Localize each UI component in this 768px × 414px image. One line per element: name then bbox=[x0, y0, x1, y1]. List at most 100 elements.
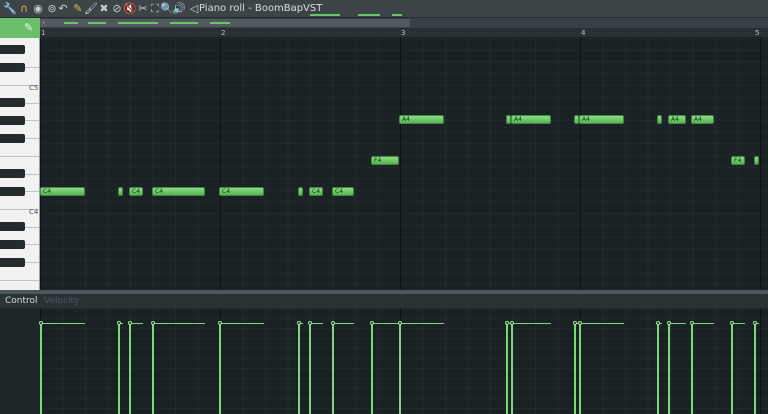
velocity-handle[interactable] bbox=[128, 321, 132, 325]
velocity-bar[interactable] bbox=[506, 322, 508, 414]
note[interactable]: C4 bbox=[129, 187, 143, 196]
velocity-handle[interactable] bbox=[505, 321, 509, 325]
control-separator-icon: › bbox=[35, 297, 39, 306]
control-label[interactable]: Control bbox=[5, 296, 38, 307]
velocity-bar[interactable] bbox=[40, 322, 42, 414]
playback-icon[interactable]: 🔊 bbox=[172, 2, 186, 16]
black-key[interactable] bbox=[0, 169, 25, 178]
velocity-handle[interactable] bbox=[730, 321, 734, 325]
note[interactable]: A4 bbox=[399, 115, 444, 124]
scroll-left-icon[interactable]: ‹ bbox=[42, 18, 45, 28]
wrench-icon[interactable]: 🔧 bbox=[3, 2, 17, 16]
black-key[interactable] bbox=[0, 98, 25, 107]
velocity-level-line bbox=[511, 323, 551, 324]
velocity-handle[interactable] bbox=[117, 321, 121, 325]
velocity-handle[interactable] bbox=[753, 321, 757, 325]
velocity-bar[interactable] bbox=[579, 322, 581, 414]
velocity-handle[interactable] bbox=[39, 321, 43, 325]
note[interactable]: A4 bbox=[511, 115, 551, 124]
black-key[interactable] bbox=[0, 240, 25, 249]
pattern-preview-strip bbox=[358, 14, 380, 16]
note[interactable]: C4 bbox=[40, 187, 85, 196]
velocity-handle[interactable] bbox=[573, 321, 577, 325]
velocity-handle[interactable] bbox=[667, 321, 671, 325]
overview-scrollbar[interactable] bbox=[40, 19, 410, 27]
window-title: Piano roll - BoomBapVST bbox=[199, 3, 323, 14]
slip-icon[interactable]: 🔇 bbox=[123, 2, 137, 16]
velocity-bar[interactable] bbox=[399, 322, 401, 414]
velocity-bar[interactable] bbox=[219, 322, 221, 414]
timeline-ruler[interactable]: 1 2 3 4 5 bbox=[40, 28, 768, 38]
velocity-bar[interactable] bbox=[574, 322, 576, 414]
note-grid[interactable]: C4 C4 C4 C4 C4 C4 F4 A4 A4 A4 A4 A4 F4 bbox=[40, 38, 768, 290]
velocity-bar[interactable] bbox=[332, 322, 334, 414]
velocity-handle[interactable] bbox=[331, 321, 335, 325]
black-key[interactable] bbox=[0, 187, 25, 196]
note[interactable]: A4 bbox=[579, 115, 624, 124]
black-key[interactable] bbox=[0, 63, 25, 72]
velocity-handle[interactable] bbox=[370, 321, 374, 325]
note[interactable]: C4 bbox=[152, 187, 205, 196]
ruler-bar-number: 5 bbox=[755, 29, 760, 37]
velocity-bar[interactable] bbox=[129, 322, 131, 414]
black-key[interactable] bbox=[0, 45, 25, 54]
velocity-level-line bbox=[691, 323, 714, 324]
black-key[interactable] bbox=[0, 116, 25, 125]
note[interactable]: C4 bbox=[219, 187, 264, 196]
draw-tool-corner[interactable]: ✎ bbox=[0, 18, 40, 38]
velocity-level-line bbox=[371, 323, 399, 324]
velocity-bar[interactable] bbox=[371, 322, 373, 414]
piano-keyboard[interactable]: C5 C4 bbox=[0, 38, 40, 290]
velocity-bar[interactable] bbox=[309, 322, 311, 414]
velocity-handle[interactable] bbox=[510, 321, 514, 325]
velocity-handle[interactable] bbox=[218, 321, 222, 325]
velocity-handle[interactable] bbox=[690, 321, 694, 325]
note[interactable]: C4 bbox=[309, 187, 323, 196]
black-key[interactable] bbox=[0, 134, 25, 143]
ruler-bar-number: 1 bbox=[41, 29, 46, 37]
velocity-bar[interactable] bbox=[657, 322, 659, 414]
white-key-divider bbox=[0, 280, 39, 281]
ruler-bar-number: 3 bbox=[401, 29, 406, 37]
velocity-bar[interactable] bbox=[668, 322, 670, 414]
note[interactable] bbox=[118, 187, 123, 196]
velocity-handle[interactable] bbox=[297, 321, 301, 325]
brush-icon[interactable]: 🖌 bbox=[84, 2, 98, 16]
overview-bar[interactable]: ‹ bbox=[0, 18, 768, 28]
black-key[interactable] bbox=[0, 258, 25, 267]
pencil-icon[interactable]: ✎ bbox=[71, 2, 85, 16]
note[interactable]: A4 bbox=[691, 115, 714, 124]
black-key[interactable] bbox=[0, 222, 25, 231]
velocity-bar[interactable] bbox=[152, 322, 154, 414]
note[interactable]: A4 bbox=[668, 115, 686, 124]
white-key-divider bbox=[0, 156, 39, 157]
velocity-level-line bbox=[219, 323, 264, 324]
velocity-bar[interactable] bbox=[731, 322, 733, 414]
note[interactable] bbox=[298, 187, 303, 196]
control-parameter[interactable]: Velocity bbox=[44, 296, 79, 307]
note[interactable]: C4 bbox=[332, 187, 354, 196]
velocity-bar[interactable] bbox=[691, 322, 693, 414]
mute-tool-icon[interactable]: ⊘ bbox=[110, 2, 124, 16]
magnet-icon[interactable]: ∩ bbox=[17, 2, 31, 16]
note[interactable]: F4 bbox=[371, 156, 399, 165]
velocity-handle[interactable] bbox=[656, 321, 660, 325]
velocity-handle[interactable] bbox=[308, 321, 312, 325]
velocity-handle[interactable] bbox=[151, 321, 155, 325]
velocity-handle[interactable] bbox=[578, 321, 582, 325]
note[interactable] bbox=[657, 115, 662, 124]
title-menu-arrow-icon[interactable]: › bbox=[290, 2, 294, 16]
undo-icon[interactable]: ↶ bbox=[56, 2, 70, 16]
velocity-level-line bbox=[399, 323, 444, 324]
velocity-bar[interactable] bbox=[118, 322, 120, 414]
velocity-lane[interactable] bbox=[39, 308, 768, 414]
velocity-bar[interactable] bbox=[511, 322, 513, 414]
record-icon[interactable]: ◉ bbox=[31, 2, 45, 16]
velocity-handle[interactable] bbox=[398, 321, 402, 325]
note[interactable] bbox=[754, 156, 759, 165]
delete-tool-icon[interactable]: ✖ bbox=[97, 2, 111, 16]
velocity-bar[interactable] bbox=[298, 322, 300, 414]
velocity-bar[interactable] bbox=[754, 322, 756, 414]
control-header: Control › Velocity bbox=[0, 294, 768, 308]
note[interactable]: F4 bbox=[731, 156, 745, 165]
